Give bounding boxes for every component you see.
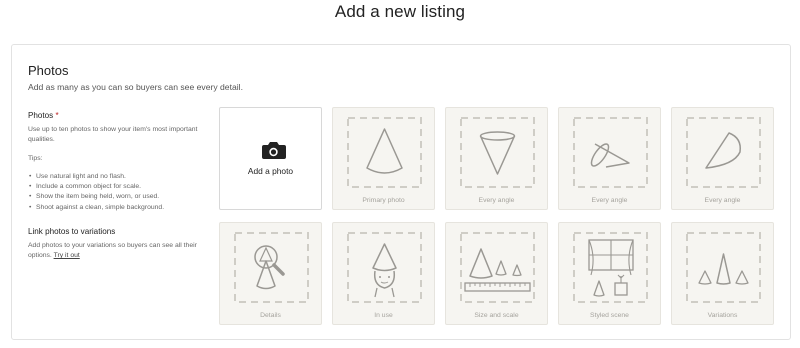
tile-caption: Variations <box>707 312 738 319</box>
photo-slot-primary[interactable]: Primary photo <box>332 107 435 210</box>
add-photo-label: Add a photo <box>247 166 294 176</box>
page-title: Add a new listing <box>334 2 466 21</box>
cone-inverted-icon <box>460 117 535 188</box>
camera-icon <box>262 142 286 159</box>
photo-slot-angle-2[interactable]: Every angle <box>558 107 661 210</box>
photo-slot-angle-1[interactable]: Every angle <box>445 107 548 210</box>
photos-help: Use up to ten photos to show your item's… <box>28 126 198 144</box>
photo-slot-size-scale[interactable]: Size and scale <box>445 222 548 325</box>
section-subtitle: Add as many as you can so buyers can see… <box>28 82 243 92</box>
cones-ruler-icon <box>460 232 535 303</box>
cone-hat-person-icon <box>347 232 422 303</box>
cone-side-icon <box>686 117 761 188</box>
cone-upright-icon <box>347 117 422 188</box>
tile-caption: Every angle <box>591 197 628 204</box>
tips-label: Tips: <box>28 154 43 162</box>
tips-list: Use natural light and no flash. Include … <box>28 172 198 213</box>
tile-caption: Every angle <box>478 197 515 204</box>
variations-guidance: Link photos to variations Add photos to … <box>28 226 198 262</box>
cone-variants-icon <box>686 232 761 303</box>
required-mark: * <box>55 111 59 120</box>
photo-slot-in-use[interactable]: In use <box>332 222 435 325</box>
tip-item: Include a common object for scale. <box>28 182 198 193</box>
tip-item: Show the item being held, worn, or used. <box>28 192 198 203</box>
photos-guidance: Photos * Use up to ten photos to show yo… <box>28 110 198 213</box>
variations-heading: Link photos to variations <box>28 227 116 236</box>
photos-heading-text: Photos <box>28 111 54 120</box>
cone-tilted-icon <box>573 117 648 188</box>
tile-caption: Styled scene <box>590 312 629 319</box>
add-photo-button[interactable]: Add a photo <box>219 107 322 210</box>
photo-slot-details[interactable]: Details <box>219 222 322 325</box>
try-it-out-link[interactable]: Try it out <box>54 252 80 259</box>
photo-slot-angle-3[interactable]: Every angle <box>671 107 774 210</box>
tip-item: Use natural light and no flash. <box>28 172 198 183</box>
window-scene-icon <box>573 232 648 303</box>
tile-caption: Details <box>260 312 281 319</box>
tip-item: Shoot against a clean, simple background… <box>28 203 198 214</box>
photo-slot-styled-scene[interactable]: Styled scene <box>558 222 661 325</box>
tile-caption: In use <box>374 312 393 319</box>
photo-slot-variations[interactable]: Variations <box>671 222 774 325</box>
magnifier-cone-icon <box>234 232 309 303</box>
tile-caption: Every angle <box>704 197 741 204</box>
tile-caption: Size and scale <box>474 312 519 319</box>
tile-caption: Primary photo <box>362 197 405 204</box>
photos-heading: Photos * <box>28 110 198 121</box>
variations-help: Add photos to your variations so buyers … <box>28 241 198 262</box>
section-title: Photos <box>28 63 69 78</box>
